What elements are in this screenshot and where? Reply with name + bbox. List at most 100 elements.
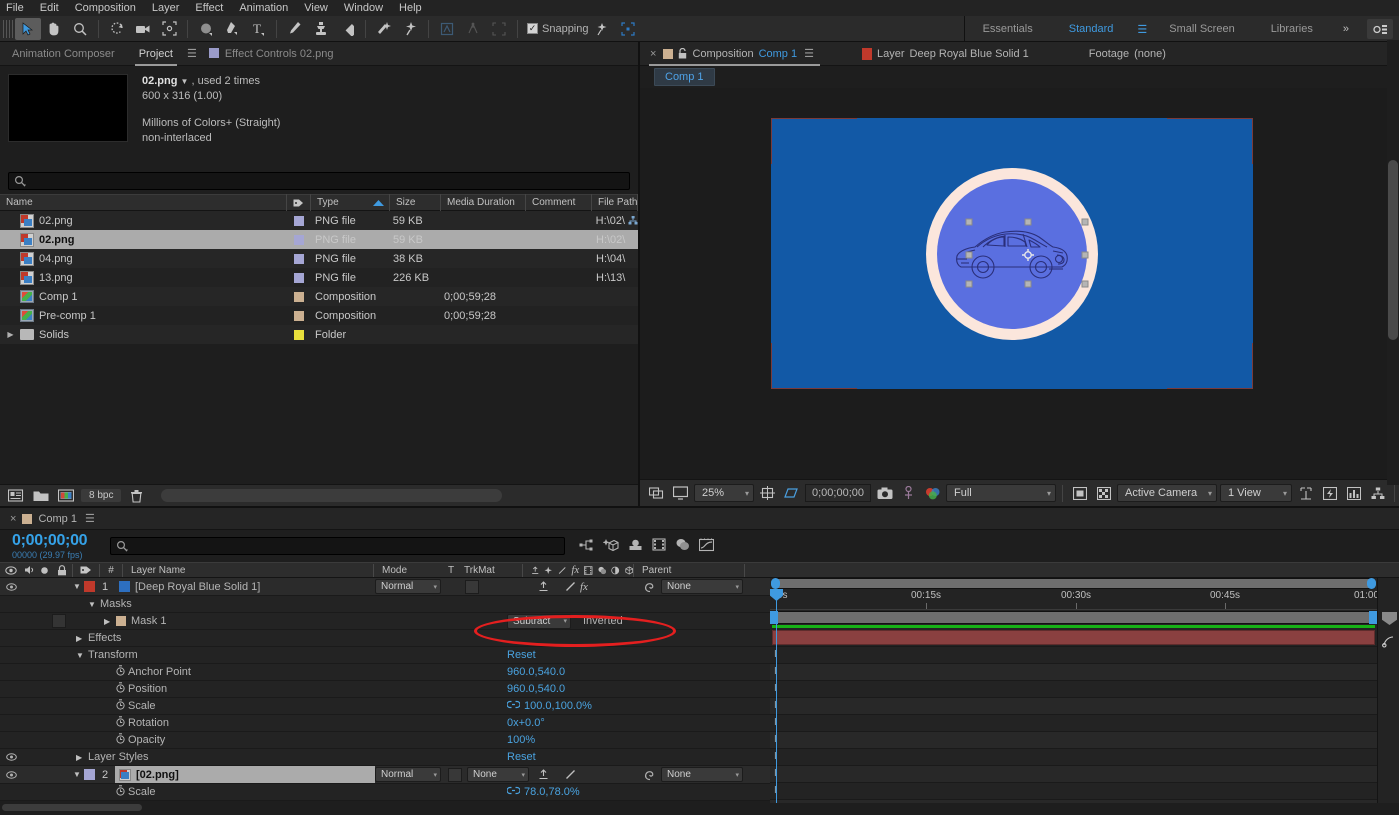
camera-tool[interactable] [130,18,156,40]
region-toggle-icon[interactable] [1069,484,1090,503]
menu-item-effect[interactable]: Effect [195,2,223,14]
shy-switch-icon[interactable] [538,581,549,592]
column-size[interactable]: Size [390,194,441,211]
new-folder-icon[interactable] [31,487,51,504]
breadcrumb-comp-1[interactable]: Comp 1 [654,68,715,86]
workspace-essentials[interactable]: Essentials [965,16,1051,42]
zoom-tool[interactable] [67,18,93,40]
composition-canvas[interactable] [771,118,1253,389]
project-search-input[interactable] [8,172,630,190]
hand-tool[interactable] [41,18,67,40]
work-area-bar[interactable] [770,611,1377,624]
resolution-select[interactable]: Full ▾ [946,484,1056,502]
composition-viewer[interactable] [640,88,1399,479]
tab-composition[interactable]: Composition Comp 1 ☰ [649,42,828,66]
stopwatch-icon[interactable] [112,785,128,799]
stopwatch-icon[interactable] [112,716,128,730]
track-row-layer-1[interactable] [770,629,1399,647]
table-row[interactable]: Pre-comp 1 Composition 0;00;59;28 [0,306,638,325]
layer-name-label[interactable]: [02.png] [136,769,179,781]
workspace-overflow-icon[interactable]: » [1331,23,1361,35]
timecode-display[interactable]: 0;00;00;00 [12,532,110,550]
layer-visibility-toggle[interactable] [0,582,22,591]
roto-a-icon[interactable] [434,18,460,40]
shy-switch-icon[interactable] [538,769,549,780]
time-ruler[interactable]: 0s 00:15s 00:30s 00:45s 01:00 [770,578,1399,610]
mask-visibility-toggle[interactable] [52,614,66,628]
pen-tool[interactable] [219,18,245,40]
quality-switch-icon[interactable] [565,769,576,780]
zoom-level-select[interactable]: 25% ▾ [694,484,754,502]
property-row-effects[interactable]: ▶ Effects [0,630,770,647]
layer-row-1[interactable]: ▼ 1 [Deep Royal Blue Solid 1] Normal ▾ f… [0,578,770,596]
lock-switch-icon[interactable] [52,562,72,578]
snap-pin-icon[interactable] [589,18,615,40]
tab-layer[interactable]: Layer Deep Royal Blue Solid 1 [861,42,1043,66]
current-timecode[interactable]: 0;00;00;00 [805,484,871,502]
type-tool[interactable]: T [245,18,271,40]
anchor-point-icon[interactable] [1022,248,1034,261]
shape-tool[interactable] [193,18,219,40]
rotation-value[interactable]: 0x+0.0° [507,717,545,729]
menu-item-layer[interactable]: Layer [152,2,180,14]
menu-item-window[interactable]: Window [344,2,383,14]
blend-mode-select[interactable]: Normal ▾ [375,767,441,782]
main-vertical-scrollbar[interactable] [1387,40,1399,485]
menu-item-composition[interactable]: Composition [75,2,136,14]
motion-blur-icon[interactable] [628,538,643,554]
quality-switch-icon[interactable] [565,581,576,592]
table-row[interactable]: 02.png PNG file 59 KB H:\02\ [0,211,638,230]
shy-layers-icon[interactable] [675,538,690,554]
show-snapshot-icon[interactable] [898,484,919,503]
comp-flowchart-icon[interactable] [1367,484,1388,503]
parent-pickwhip-icon[interactable] [644,769,656,781]
close-icon[interactable]: × [10,513,16,525]
property-row-anchor-point[interactable]: Anchor Point 960.0,540.0 [0,664,770,681]
video-switch-icon[interactable] [0,562,22,578]
tab-animation-composer[interactable]: Animation Composer [0,42,127,66]
label-column-icon[interactable] [73,562,99,578]
layer-name-label[interactable]: [Deep Royal Blue Solid 1] [135,581,260,593]
table-row[interactable]: 04.png PNG file 38 KB H:\04\ [0,249,638,268]
timeline-zoom-scrollbar[interactable] [771,578,1376,589]
scrollbar-thumb[interactable] [2,804,142,811]
new-composition-icon[interactable] [56,487,76,504]
transform-reset-link[interactable]: Reset [507,649,536,661]
main-viewer-icon[interactable] [670,484,691,503]
rotation-tool[interactable] [104,18,130,40]
graph-editor-icon[interactable] [698,538,715,555]
transform-handle[interactable] [965,218,973,225]
transform-handle[interactable] [1024,218,1032,225]
layer-label-color[interactable] [84,769,95,780]
folder-twirl-icon[interactable]: ▶ [6,330,15,339]
draft-3d-icon[interactable] [602,538,619,555]
tab-project[interactable]: Project [127,42,185,66]
property-row-mask-1[interactable]: ▶ Mask 1 Subtract ▾ Inverted [0,613,770,630]
column-file-path[interactable]: File Path [592,194,638,211]
brush-tool[interactable] [282,18,308,40]
workspace-small-screen[interactable]: Small Screen [1151,16,1252,42]
work-area-end-handle[interactable] [1382,612,1397,625]
menu-item-edit[interactable]: Edit [40,2,59,14]
transform-handle[interactable] [965,280,973,287]
mode-column[interactable]: Mode [374,562,442,578]
bit-depth-button[interactable]: 8 bpc [81,489,122,502]
snapping-checkbox[interactable]: ✓ [527,23,538,34]
eraser-tool[interactable] [334,18,360,40]
layer-1-duration-bar[interactable] [772,630,1375,645]
workspace-menu-icon[interactable]: ☰ [1133,23,1151,36]
timeline-graph-icon[interactable] [1343,484,1364,503]
project-panel-menu-icon[interactable]: ☰ [187,47,197,60]
masks-twirl-icon[interactable]: ▼ [88,600,100,609]
property-row-scale-layer2[interactable]: Scale 78.0,78.0% [0,784,770,801]
property-row-opacity[interactable]: Opacity 100% [0,732,770,749]
scale-value[interactable]: 100.0,100.0% [524,700,592,712]
close-icon[interactable]: × [650,48,656,60]
clone-stamp-tool[interactable] [308,18,334,40]
pixel-aspect-icon[interactable] [1295,484,1316,503]
blend-mode-select[interactable]: Normal ▾ [375,579,441,594]
motion-path-icon[interactable] [1382,635,1395,651]
preserve-transparency-column[interactable]: T [442,562,460,578]
camera-view-select[interactable]: Active Camera ▾ [1117,484,1217,502]
parent-select[interactable]: None ▾ [661,579,743,594]
